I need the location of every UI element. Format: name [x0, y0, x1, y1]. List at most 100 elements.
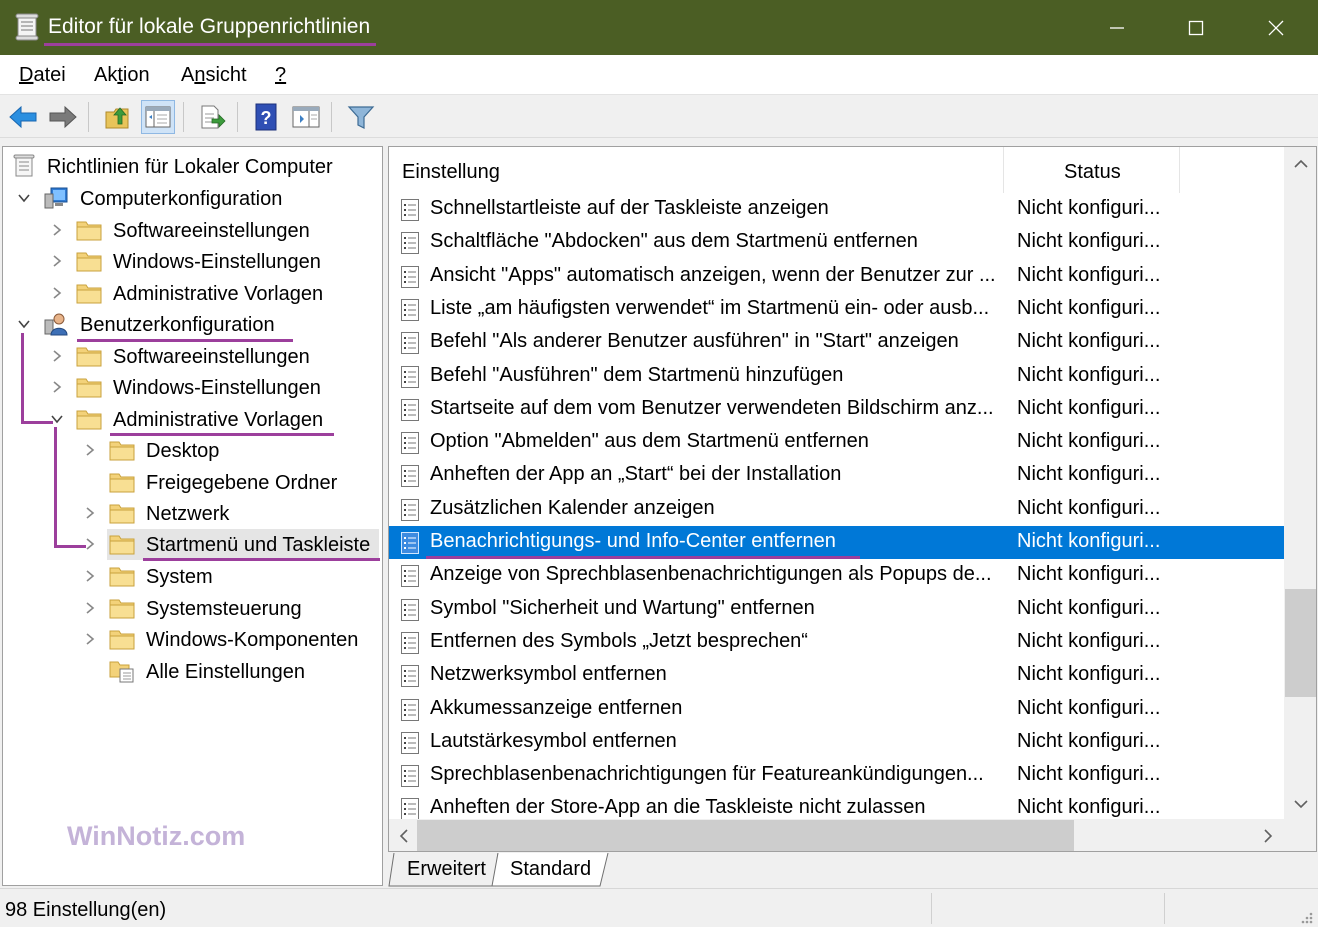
filter-button[interactable]	[344, 100, 378, 134]
folder-icon	[109, 441, 135, 461]
menu-ansicht[interactable]: Ansicht	[181, 64, 247, 87]
vertical-scroll-thumb[interactable]	[1285, 589, 1316, 697]
list-row[interactable]: Lautstärkesymbol entfernen Nicht konfigur…	[389, 726, 1284, 759]
list-row[interactable]: Benachrichtigungs- und Info-Center entfe…	[389, 526, 1284, 559]
chevron-right-icon[interactable]	[50, 380, 64, 394]
list-row[interactable]: Option "Abmelden" aus dem Startmenü entf…	[389, 426, 1284, 459]
list-row[interactable]: Befehl "Ausführen" dem Startmenü hinzufü…	[389, 360, 1284, 393]
tab-label: Standard	[510, 858, 592, 880]
back-button[interactable]	[6, 100, 40, 134]
setting-status: Nicht konfiguri...	[1017, 230, 1161, 253]
up-one-level-button[interactable]	[101, 100, 135, 134]
setting-status: Nicht konfiguri...	[1017, 430, 1161, 453]
scroll-up-arrow-icon[interactable]	[1294, 159, 1308, 169]
list-row[interactable]: Entfernen des Symbols „Jetzt besprechen“…	[389, 626, 1284, 659]
policy-setting-icon	[401, 532, 419, 554]
help-button[interactable]: ?	[249, 100, 283, 134]
chevron-right-icon[interactable]	[50, 223, 64, 237]
policy-scroll-icon	[13, 154, 35, 177]
resize-grip-icon[interactable]	[1300, 911, 1314, 925]
policy-setting-icon	[401, 498, 419, 521]
menu-bar: Datei Aktion Ansicht ?	[0, 55, 1318, 95]
tree-item-user-windows-settings[interactable]: Windows-Einstellungen	[3, 372, 382, 403]
export-list-button[interactable]	[195, 100, 229, 134]
annotation-underline-selected-row	[426, 556, 860, 559]
list-row[interactable]: Befehl "Als anderer Benutzer ausführen" …	[389, 326, 1284, 359]
back-arrow-icon	[9, 105, 37, 129]
chevron-right-icon[interactable]	[83, 632, 97, 646]
tree-item-computer-configuration[interactable]: Computerkonfiguration	[3, 183, 382, 214]
column-separator[interactable]	[1179, 147, 1180, 193]
column-header-setting[interactable]: Einstellung	[389, 147, 1003, 193]
tree-item-computer-admin-templates[interactable]: Administrative Vorlagen	[3, 278, 382, 309]
tree-label: Richtlinien für Lokaler Computer	[47, 156, 333, 178]
chevron-right-icon[interactable]	[83, 506, 97, 520]
horizontal-scrollbar[interactable]	[389, 819, 1284, 851]
list-row[interactable]: Startseite auf dem vom Benutzer verwende…	[389, 393, 1284, 426]
properties-button[interactable]	[289, 100, 323, 134]
forward-button[interactable]	[46, 100, 80, 134]
policy-editor-app-icon	[15, 13, 39, 41]
list-row[interactable]: Liste „am häufigsten verwendet“ im Start…	[389, 293, 1284, 326]
list-row[interactable]: Schnellstartleiste auf der Taskleiste an…	[389, 193, 1284, 226]
chevron-right-icon[interactable]	[83, 601, 97, 615]
tree-item-system[interactable]: System	[3, 561, 382, 592]
chevron-right-icon[interactable]	[83, 569, 97, 583]
tab-erweitert[interactable]: Erweitert	[394, 853, 494, 885]
minimize-icon	[1110, 26, 1124, 29]
tree-item-control-panel[interactable]: Systemsteuerung	[3, 593, 382, 624]
scroll-left-arrow-icon[interactable]	[399, 829, 409, 843]
tree-item-network[interactable]: Netzwerk	[3, 498, 382, 529]
tree-item-shared-folders[interactable]: Freigegebene Ordner	[3, 467, 382, 498]
tree-item-computer-windows-settings[interactable]: Windows-Einstellungen	[3, 246, 382, 277]
list-row[interactable]: Symbol "Sicherheit und Wartung" entferne…	[389, 593, 1284, 626]
tree-label: Windows-Einstellungen	[113, 377, 321, 399]
tab-standard[interactable]: Standard	[498, 853, 606, 885]
chevron-right-icon[interactable]	[50, 349, 64, 363]
list-row[interactable]: Anzeige von Sprechblasenbenachrichtigung…	[389, 559, 1284, 592]
chevron-right-icon[interactable]	[83, 443, 97, 457]
menu-datei[interactable]: Datei	[19, 64, 66, 87]
minimize-button[interactable]	[1077, 0, 1157, 55]
chevron-down-icon[interactable]	[17, 191, 31, 205]
chevron-right-icon[interactable]	[50, 286, 64, 300]
list-row[interactable]: Akkumessanzeige entfernen Nicht konfiguri…	[389, 693, 1284, 726]
tree-item-start-menu-taskbar[interactable]: Startmenü und Taskleiste	[107, 529, 379, 560]
scroll-right-arrow-icon[interactable]	[1263, 829, 1273, 843]
tree-item-windows-components[interactable]: Windows-Komponenten	[3, 624, 382, 655]
scroll-down-arrow-icon[interactable]	[1294, 799, 1308, 809]
toolbar-separator	[331, 102, 332, 132]
chevron-down-icon[interactable]	[17, 317, 31, 331]
list-row[interactable]: Netzwerksymbol entfernen Nicht konfiguri.…	[389, 659, 1284, 692]
menu-help[interactable]: ?	[275, 64, 286, 87]
column-header-status[interactable]: Status	[1004, 147, 1179, 193]
tree-label: Freigegebene Ordner	[146, 472, 338, 494]
all-settings-icon	[109, 661, 134, 683]
tree-root[interactable]: Richtlinien für Lokaler Computer	[3, 151, 382, 182]
list-row[interactable]: Sprechblasenbenachrichtigungen für Featu…	[389, 759, 1284, 792]
list-row[interactable]: Ansicht "Apps" automatisch anzeigen, wen…	[389, 260, 1284, 293]
menu-aktion[interactable]: Aktion	[94, 64, 150, 87]
horizontal-scroll-thumb[interactable]	[417, 820, 1074, 851]
list-row[interactable]: Anheften der App an „Start“ bei der Inst…	[389, 459, 1284, 492]
list-row[interactable]: Schaltfläche "Abdocken" aus dem Startmen…	[389, 226, 1284, 259]
close-button[interactable]	[1236, 0, 1316, 55]
tree-label: Desktop	[146, 440, 220, 462]
show-hide-console-tree-button[interactable]	[141, 100, 175, 134]
view-tabs: Erweitert Standard	[388, 853, 1317, 887]
tree-item-all-settings[interactable]: Alle Einstellungen	[3, 656, 382, 687]
setting-name: Option "Abmelden" aus dem Startmenü entf…	[430, 430, 869, 453]
chevron-right-icon[interactable]	[50, 254, 64, 268]
list-row[interactable]: Zusätzlichen Kalender anzeigen Nicht konf…	[389, 493, 1284, 526]
tree-item-user-configuration[interactable]: Benutzerkonfiguration	[3, 309, 382, 340]
tree-item-user-admin-templates[interactable]: Administrative Vorlagen	[3, 404, 382, 435]
maximize-button[interactable]	[1156, 0, 1236, 55]
folder-icon	[76, 347, 102, 367]
tree-item-computer-software-settings[interactable]: Softwareeinstellungen	[3, 215, 382, 246]
annotation-connector	[21, 333, 24, 423]
tree-item-user-software-settings[interactable]: Softwareeinstellungen	[3, 341, 382, 372]
chevron-right-icon[interactable]	[83, 537, 97, 551]
vertical-scrollbar[interactable]	[1284, 147, 1316, 819]
policy-setting-icon	[401, 432, 419, 455]
tree-item-desktop[interactable]: Desktop	[3, 435, 382, 466]
